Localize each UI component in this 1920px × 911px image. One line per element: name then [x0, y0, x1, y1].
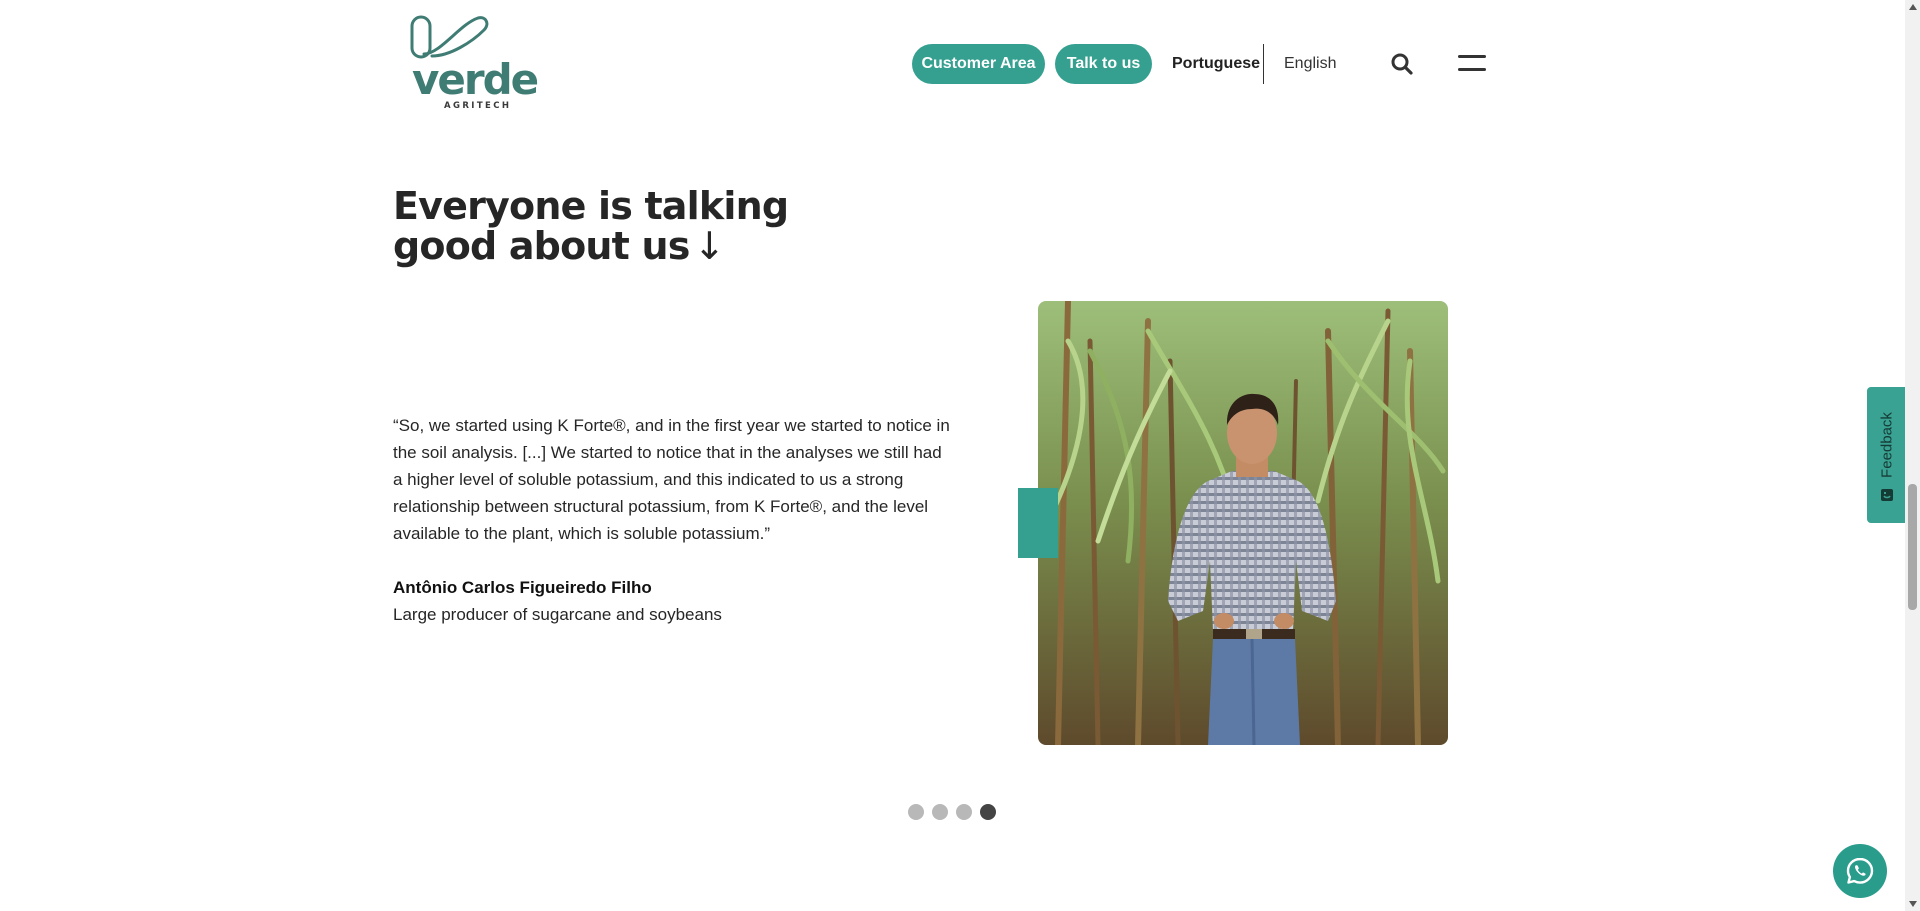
search-button[interactable]	[1390, 52, 1414, 76]
carousel-pagination	[908, 804, 996, 820]
verde-logo[interactable]: verde AGRITECH	[410, 14, 539, 114]
feedback-tab[interactable]: Feedback	[1867, 387, 1907, 523]
section-heading: Everyone is talking good about us ↓	[393, 184, 789, 268]
language-divider	[1263, 44, 1264, 84]
farmer-in-sugarcane-field-photo	[1038, 301, 1448, 745]
heading-line-2: good about us	[393, 224, 690, 268]
feedback-icon	[1881, 489, 1893, 501]
testimonial-role: Large producer of sugarcane and soybeans	[393, 605, 722, 624]
talk-to-us-button[interactable]: Talk to us	[1055, 44, 1152, 84]
scroll-up-arrow-icon[interactable]	[1909, 4, 1917, 10]
testimonial-photo	[1038, 301, 1448, 745]
carousel-dot-3[interactable]	[956, 804, 972, 820]
carousel-dot-1[interactable]	[908, 804, 924, 820]
language-portuguese[interactable]: Portuguese	[1172, 54, 1260, 74]
logo-tagline: AGRITECH	[444, 101, 512, 111]
language-english[interactable]: English	[1284, 54, 1336, 74]
testimonial-quote: “So, we started using K Forte®, and in t…	[393, 416, 950, 543]
heading-line-1: Everyone is talking	[393, 184, 789, 228]
search-icon	[1391, 53, 1413, 75]
scrollbar-thumb[interactable]	[1908, 484, 1917, 610]
menu-button[interactable]	[1458, 54, 1486, 74]
carousel-dot-2[interactable]	[932, 804, 948, 820]
testimonial-author: Antônio Carlos Figueiredo Filho	[393, 578, 652, 597]
scroll-down-arrow-icon[interactable]	[1909, 901, 1917, 907]
accent-block	[1018, 488, 1058, 558]
feedback-label: Feedback	[1878, 412, 1896, 478]
arrow-down-icon: ↓	[693, 224, 726, 268]
customer-area-button[interactable]: Customer Area	[912, 44, 1045, 84]
hamburger-menu-icon	[1458, 55, 1486, 71]
carousel-dot-4[interactable]	[980, 804, 996, 820]
page-scrollbar[interactable]	[1905, 0, 1920, 911]
logo-wordmark: verde	[412, 55, 539, 104]
whatsapp-icon	[1846, 857, 1874, 884]
whatsapp-button[interactable]	[1833, 844, 1887, 898]
